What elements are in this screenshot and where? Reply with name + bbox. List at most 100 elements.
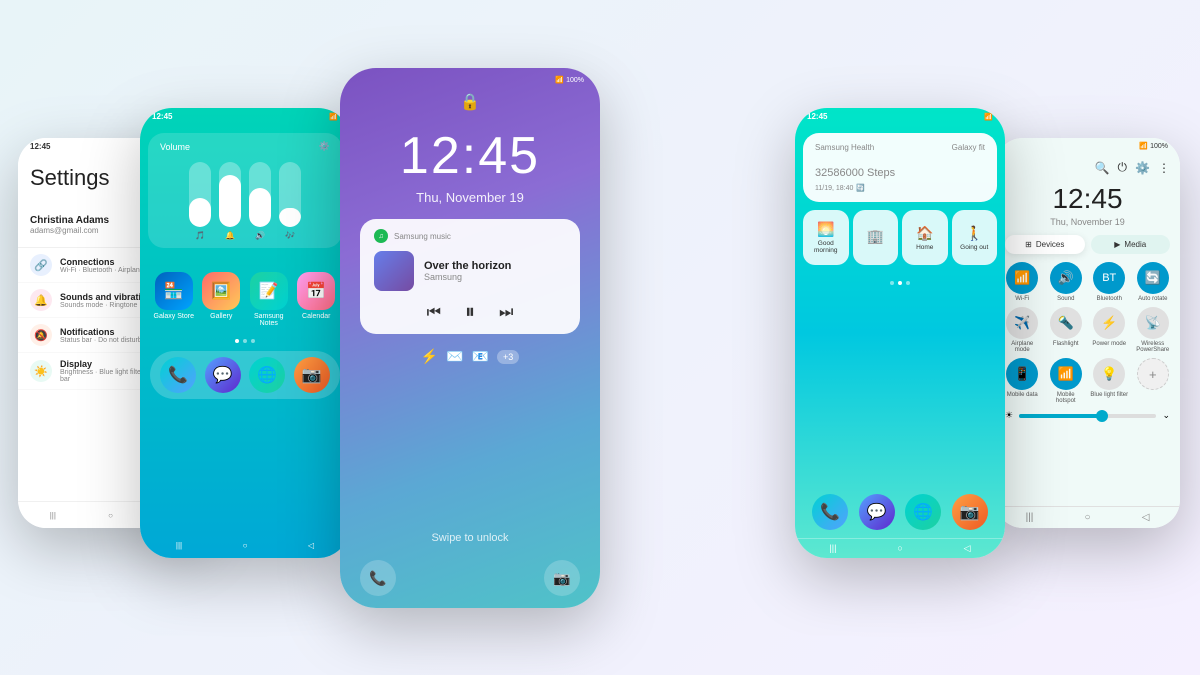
- volume-bar-4[interactable]: 🎶: [279, 162, 301, 240]
- qs-tile-add[interactable]: +: [1134, 358, 1173, 404]
- sound-qs-icon: 🔊: [1050, 262, 1082, 294]
- dock4-messages[interactable]: 💬: [859, 494, 895, 530]
- qs-tile-autorotate[interactable]: 🔄 Auto rotate: [1134, 262, 1173, 302]
- settings-title: Settings: [30, 155, 110, 199]
- hotspot-icon: 📶: [1050, 358, 1082, 390]
- dock4-browser[interactable]: 🌐: [905, 494, 941, 530]
- dots-indicator-4: [795, 277, 1005, 289]
- building-icon: 🏢: [867, 228, 884, 245]
- volume-bar-1[interactable]: 🎵: [189, 162, 211, 240]
- app-gallery[interactable]: 🖼️ Gallery: [200, 272, 244, 327]
- nav-recents-4[interactable]: ◁: [964, 543, 971, 554]
- status-icons-2: 📶: [329, 113, 338, 121]
- lock-camera-icon[interactable]: 📷: [544, 560, 580, 596]
- gallery-icon: 🖼️: [202, 272, 240, 310]
- dock-bar: 📞 💬 🌐 📷: [150, 351, 340, 399]
- dock-phone[interactable]: 📞: [160, 357, 196, 393]
- good-morning-icon: 🌅: [817, 221, 834, 238]
- tile-good-morning[interactable]: 🌅 Good morning: [803, 210, 849, 265]
- tile-building[interactable]: 🏢: [853, 210, 899, 265]
- quick-tiles: 🌅 Good morning 🏢 🏠 Home 🚶 Going out: [803, 210, 997, 265]
- tab-devices[interactable]: ⊞ Devices: [1005, 235, 1085, 254]
- prev-button[interactable]: ⏮: [427, 304, 441, 322]
- notif-badge: +3: [497, 350, 519, 364]
- nav-back-2[interactable]: |||: [172, 538, 186, 552]
- health-steps: 32586000 Steps: [815, 156, 985, 182]
- nav-back-5[interactable]: |||: [1026, 512, 1034, 523]
- qs-brightness: ☀ ⌄: [995, 404, 1180, 427]
- connections-icon: 🔗: [30, 254, 52, 276]
- dot-4b: [898, 281, 902, 285]
- health-header: Samsung Health Galaxy fit: [815, 143, 985, 152]
- qs-tile-sound[interactable]: 🔊 Sound: [1047, 262, 1086, 302]
- app-calendar[interactable]: 📅 Calendar: [295, 272, 339, 327]
- qs-tile-powershare[interactable]: 📡 Wireless PowerShare: [1134, 307, 1173, 353]
- dock4-phone[interactable]: 📞: [812, 494, 848, 530]
- notes-icon: 📝: [250, 272, 288, 310]
- phone4-dock: 📞 💬 🌐 📷: [795, 486, 1005, 538]
- lock-time: 12:45: [400, 126, 540, 186]
- lock-phone-icon[interactable]: 📞: [360, 560, 396, 596]
- dot-2: [243, 339, 247, 343]
- qs-tile-wifi[interactable]: 📶 Wi-Fi: [1003, 262, 1042, 302]
- dock-messages[interactable]: 💬: [205, 357, 241, 393]
- qs-tile-powermode[interactable]: ⚡ Power mode: [1090, 307, 1129, 353]
- media-icon: ▶: [1114, 240, 1120, 249]
- app-notes[interactable]: 📝 Samsung Notes: [247, 272, 291, 327]
- volume-bar-3[interactable]: 🔊: [249, 162, 271, 240]
- search-icon-qs[interactable]: 🔍: [1095, 161, 1110, 175]
- music-app-label: ♫ Samsung music: [374, 229, 566, 243]
- nav-home-1[interactable]: ○: [103, 508, 117, 522]
- tile-home[interactable]: 🏠 Home: [902, 210, 948, 265]
- nav-back-1[interactable]: |||: [46, 508, 60, 522]
- notifications-title: Notifications: [60, 327, 142, 337]
- dot-3: [251, 339, 255, 343]
- autorotate-icon: 🔄: [1137, 262, 1169, 294]
- settings-icon-qs[interactable]: ⚙️: [1135, 161, 1150, 175]
- home-icon: 🏠: [916, 225, 933, 242]
- qs-tile-bluelight[interactable]: 💡 Blue light filter: [1090, 358, 1129, 404]
- profile-name: Christina Adams: [30, 215, 109, 226]
- dots-indicator-2: [140, 335, 350, 347]
- nav-recents-2[interactable]: ◁: [304, 538, 318, 552]
- nav-home-2[interactable]: ○: [238, 538, 252, 552]
- airplane-icon: ✈️: [1006, 307, 1038, 339]
- volume-bar-2[interactable]: 🔔: [219, 162, 241, 240]
- nav-home-5[interactable]: ○: [1085, 512, 1091, 523]
- nav-back-4[interactable]: |||: [829, 543, 836, 554]
- tab-media[interactable]: ▶ Media: [1091, 235, 1171, 254]
- brightness-thumb: [1096, 410, 1108, 422]
- nav-bar-4: ||| ○ ◁: [795, 538, 1005, 558]
- qs-tile-mobiledata[interactable]: 📱 Mobile data: [1003, 358, 1042, 404]
- dock-camera[interactable]: 📷: [294, 357, 330, 393]
- nav-home-4[interactable]: ○: [897, 543, 902, 554]
- volume-settings-icon[interactable]: ⚙️: [319, 141, 330, 152]
- app-galaxy-store[interactable]: 🏪 Galaxy Store: [152, 272, 196, 327]
- devices-icon: ⊞: [1025, 240, 1032, 249]
- dot-4c: [906, 281, 910, 285]
- status-icons-3: 📶 100%: [555, 76, 584, 84]
- nav-recents-5[interactable]: ◁: [1142, 512, 1150, 523]
- qs-tile-airplane[interactable]: ✈️ Airplane mode: [1003, 307, 1042, 353]
- qs-tile-hotspot[interactable]: 📶 Mobile hotspot: [1047, 358, 1086, 404]
- status-icons-5: 📶 100%: [1139, 142, 1168, 150]
- next-button[interactable]: ⏭: [499, 304, 513, 322]
- notif-icon-3: 📧: [472, 348, 489, 365]
- power-icon-qs[interactable]: ⏻: [1118, 160, 1128, 175]
- play-pause-button[interactable]: ⏸: [465, 301, 475, 324]
- more-icon-qs[interactable]: ⋮: [1158, 161, 1170, 175]
- qs-tile-bluetooth[interactable]: BT Bluetooth: [1090, 262, 1129, 302]
- lock-date: Thu, November 19: [416, 190, 524, 205]
- brightness-expand-icon[interactable]: ⌄: [1162, 410, 1170, 421]
- notifications-icon: 🔕: [30, 324, 52, 346]
- status-icons-4: 📶: [984, 113, 993, 121]
- tile-going-out[interactable]: 🚶 Going out: [952, 210, 998, 265]
- lock-icon: 🔒: [460, 92, 480, 112]
- dock4-camera[interactable]: 📷: [952, 494, 988, 530]
- dock-browser[interactable]: 🌐: [249, 357, 285, 393]
- time-1: 12:45: [30, 142, 50, 151]
- status-bar-3: 📶 100%: [340, 68, 600, 88]
- qs-tile-flashlight[interactable]: 🔦 Flashlight: [1047, 307, 1086, 353]
- brightness-slider[interactable]: [1019, 414, 1156, 418]
- app-grid: 🏪 Galaxy Store 🖼️ Gallery 📝 Samsung Note…: [140, 264, 350, 335]
